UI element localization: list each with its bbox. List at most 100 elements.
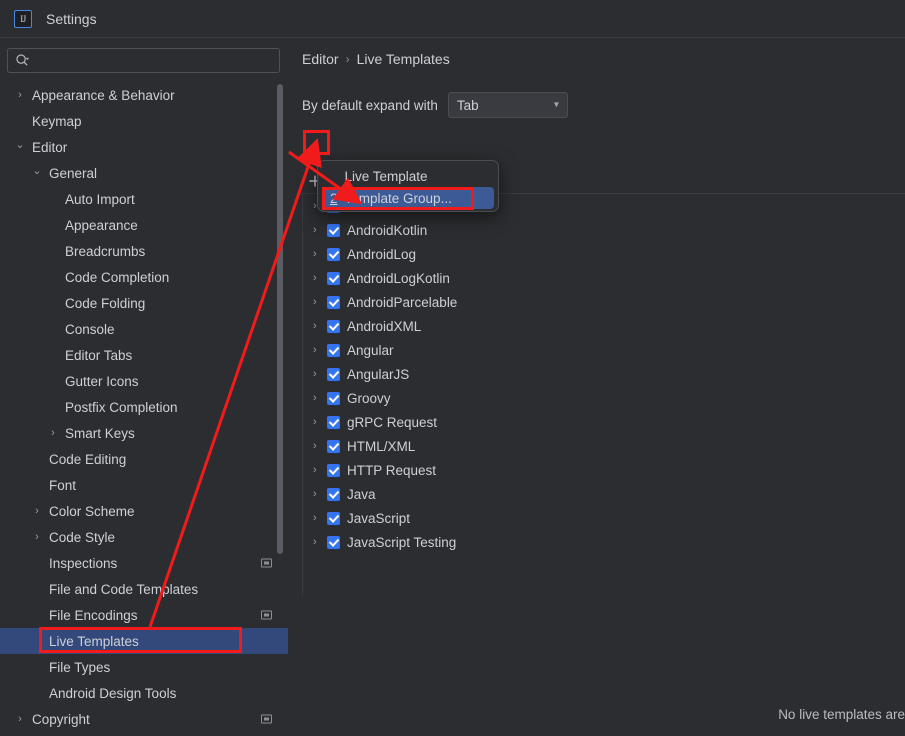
template-group-row[interactable]: ›AngularJS	[303, 362, 905, 386]
sidebar-item-console[interactable]: Console	[0, 316, 288, 342]
chevron-right-icon[interactable]: ›	[313, 296, 327, 308]
chevron-right-icon[interactable]: ›	[313, 512, 327, 524]
chevron-right-icon[interactable]: ›	[313, 344, 327, 356]
chevron-right-icon[interactable]: ›	[313, 224, 327, 236]
sidebar-item-label: Postfix Completion	[65, 400, 178, 415]
checkbox-checked-icon[interactable]	[327, 464, 340, 477]
search-field[interactable]	[7, 48, 280, 73]
sidebar-item-postfix-completion[interactable]: Postfix Completion	[0, 394, 288, 420]
template-group-label: HTML/XML	[347, 439, 415, 454]
chevron-right-icon[interactable]: ›	[313, 464, 327, 476]
chevron-right-icon[interactable]: ›	[47, 427, 59, 439]
chevron-right-icon[interactable]: ›	[14, 89, 26, 101]
chevron-down-icon[interactable]: ⌄	[14, 139, 26, 151]
window-titlebar: IJ Settings	[0, 0, 905, 38]
sidebar-item-file-encodings[interactable]: File Encodings	[0, 602, 288, 628]
sidebar-item-code-style[interactable]: ›Code Style	[0, 524, 288, 550]
breadcrumb: Editor › Live Templates	[302, 51, 450, 67]
sidebar-item-file-types[interactable]: File Types	[0, 654, 288, 680]
sidebar-item-label: Code Completion	[65, 270, 169, 285]
chevron-right-icon[interactable]: ›	[313, 392, 327, 404]
sidebar-item-label: Code Folding	[65, 296, 145, 311]
sidebar-item-keymap[interactable]: Keymap	[0, 108, 288, 134]
checkbox-checked-icon[interactable]	[327, 296, 340, 309]
chevron-right-icon[interactable]: ›	[313, 368, 327, 380]
chevron-right-icon[interactable]: ›	[31, 505, 43, 517]
sidebar-item-inspections[interactable]: Inspections	[0, 550, 288, 576]
template-group-row[interactable]: ›AndroidLog	[303, 242, 905, 266]
menu-item-template-group[interactable]: 2 Template Group...	[322, 187, 494, 209]
sidebar-scrollbar[interactable]	[277, 84, 283, 554]
sidebar-item-appearance-behavior[interactable]: › Appearance & Behavior	[0, 82, 288, 108]
template-group-row[interactable]: ›Angular	[303, 338, 905, 362]
chevron-right-icon[interactable]: ›	[313, 320, 327, 332]
sidebar-item-editor-tabs[interactable]: Editor Tabs	[0, 342, 288, 368]
expand-with-select[interactable]: Tab ▾	[448, 92, 568, 118]
template-group-label: JavaScript Testing	[347, 535, 456, 550]
sidebar-item-code-editing[interactable]: Code Editing	[0, 446, 288, 472]
checkbox-checked-icon[interactable]	[327, 224, 340, 237]
template-group-row[interactable]: ›JavaScript	[303, 506, 905, 530]
chevron-right-icon[interactable]: ›	[14, 713, 26, 725]
sidebar-item-appearance[interactable]: Appearance	[0, 212, 288, 238]
checkbox-checked-icon[interactable]	[327, 272, 340, 285]
template-groups-list[interactable]: ›AndroidCommentsKotlin›AndroidKotlin›And…	[302, 194, 905, 596]
template-group-row[interactable]: ›Groovy	[303, 386, 905, 410]
sidebar-item-file-and-code-templates[interactable]: File and Code Templates	[0, 576, 288, 602]
breadcrumb-parent[interactable]: Editor	[302, 51, 339, 67]
template-group-row[interactable]: › AndroidKotlin	[303, 218, 905, 242]
checkbox-checked-icon[interactable]	[327, 368, 340, 381]
template-group-row[interactable]: › HTML/XML	[303, 434, 905, 458]
chevron-right-icon[interactable]: ›	[31, 531, 43, 543]
chevron-right-icon[interactable]: ›	[313, 488, 327, 500]
sidebar-item-editor[interactable]: ⌄ Editor	[0, 134, 288, 160]
menu-item-template-group-label: Template Group...	[345, 191, 452, 206]
template-group-row[interactable]: ›gRPC Request	[303, 410, 905, 434]
expand-with-row: By default expand with Tab ▾	[302, 92, 568, 118]
sidebar-item-font[interactable]: Font	[0, 472, 288, 498]
template-group-row[interactable]: ›AndroidLogKotlin	[303, 266, 905, 290]
sidebar-item-gutter-icons[interactable]: Gutter Icons	[0, 368, 288, 394]
template-group-row[interactable]: › JavaScript Testing	[303, 530, 905, 554]
sidebar-item-label: Editor	[32, 140, 67, 155]
checkbox-checked-icon[interactable]	[327, 416, 340, 429]
checkbox-checked-icon[interactable]	[327, 440, 340, 453]
checkbox-checked-icon[interactable]	[327, 536, 340, 549]
template-group-row[interactable]: ›AndroidParcelable	[303, 290, 905, 314]
template-group-row[interactable]: ›Java	[303, 482, 905, 506]
sidebar-item-live-templates[interactable]: Live Templates	[0, 628, 288, 654]
sidebar-item-auto-import[interactable]: Auto Import	[0, 186, 288, 212]
template-group-row[interactable]: ›AndroidXML	[303, 314, 905, 338]
chevron-right-icon[interactable]: ›	[313, 416, 327, 428]
sidebar-item-breadcrumbs[interactable]: Breadcrumbs	[0, 238, 288, 264]
checkbox-checked-icon[interactable]	[327, 344, 340, 357]
template-group-row[interactable]: ›HTTP Request	[303, 458, 905, 482]
chevron-right-icon[interactable]: ›	[313, 440, 327, 452]
sidebar-item-smart-keys[interactable]: ›Smart Keys	[0, 420, 288, 446]
sidebar-item-copyright[interactable]: ›Copyright	[0, 706, 288, 732]
sidebar-item-label: Font	[49, 478, 76, 493]
checkbox-checked-icon[interactable]	[327, 392, 340, 405]
checkbox-checked-icon[interactable]	[327, 320, 340, 333]
chevron-down-icon[interactable]: ⌄	[31, 165, 43, 177]
chevron-right-icon[interactable]: ›	[313, 248, 327, 260]
sidebar-item-code-completion[interactable]: Code Completion	[0, 264, 288, 290]
chevron-right-icon[interactable]: ›	[313, 536, 327, 548]
sidebar-item-color-scheme[interactable]: ›Color Scheme	[0, 498, 288, 524]
template-group-label: AndroidKotlin	[347, 223, 427, 238]
sidebar-item-label: Keymap	[32, 114, 82, 129]
menu-item-live-template-label: Live Template	[345, 169, 428, 184]
checkbox-checked-icon[interactable]	[327, 512, 340, 525]
search-input[interactable]	[30, 53, 279, 68]
settings-sidebar: › Appearance & Behavior Keymap ⌄ Editor ⌄Gene…	[0, 38, 288, 736]
checkbox-checked-icon[interactable]	[327, 488, 340, 501]
chevron-right-icon[interactable]: ›	[313, 272, 327, 284]
checkbox-checked-icon[interactable]	[327, 248, 340, 261]
sidebar-item-code-folding[interactable]: Code Folding	[0, 290, 288, 316]
sidebar-item-label: Breadcrumbs	[65, 244, 145, 259]
sidebar-item-label: Appearance & Behavior	[32, 88, 175, 103]
sidebar-item-android-design-tools[interactable]: Android Design Tools	[0, 680, 288, 706]
menu-item-live-template[interactable]: 1 Live Template	[322, 165, 494, 187]
sidebar-item-general[interactable]: ⌄General	[0, 160, 288, 186]
expand-with-label: By default expand with	[302, 98, 438, 113]
